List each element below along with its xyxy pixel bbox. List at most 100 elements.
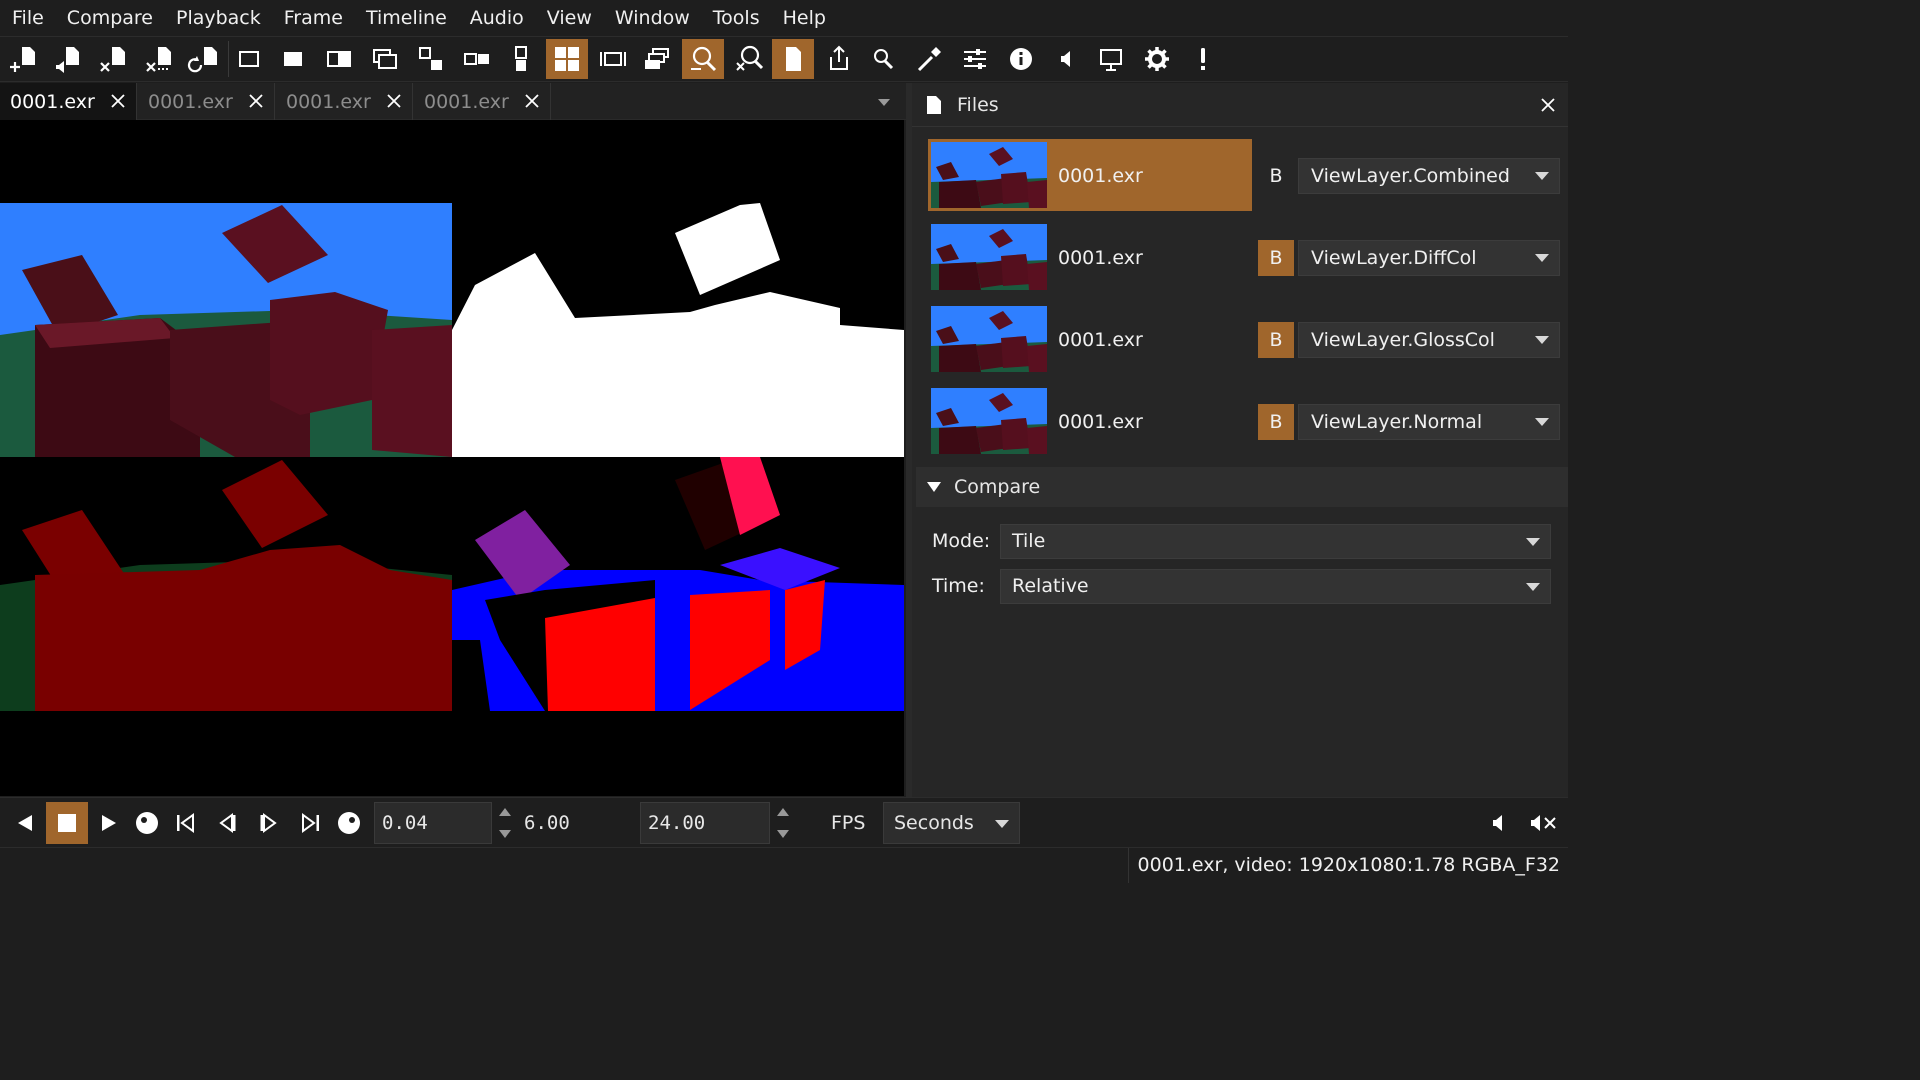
file-row[interactable]: 0001.exr B ViewLayer.GlossCol	[928, 303, 1564, 377]
menu-playback[interactable]: Playback	[164, 0, 272, 37]
b-button[interactable]: B	[1258, 240, 1294, 276]
time-select[interactable]: Relative	[1000, 569, 1551, 604]
export-icon	[830, 45, 848, 70]
layer-value: ViewLayer.Combined	[1311, 165, 1510, 187]
speed-field[interactable]: 24.00	[640, 802, 770, 844]
menu-timeline[interactable]: Timeline	[354, 0, 458, 37]
mute-button[interactable]	[1522, 802, 1564, 844]
layers-button[interactable]	[636, 39, 678, 79]
menu-tools[interactable]: Tools	[701, 0, 771, 37]
file-thumbnail	[931, 306, 1047, 372]
close-icon[interactable]	[246, 91, 266, 111]
mode-select[interactable]: Tile	[1000, 524, 1551, 559]
volume-button[interactable]	[1478, 802, 1520, 844]
menu-frame[interactable]: Frame	[272, 0, 354, 37]
messages-button[interactable]	[1182, 39, 1224, 79]
menu-view[interactable]: View	[535, 0, 603, 37]
b-button[interactable]: B	[1258, 158, 1294, 194]
tab-bar: 0001.exr 0001.exr 0001.exr 0001.exr	[0, 83, 906, 120]
skip-end-icon	[302, 813, 319, 833]
info-button[interactable]	[1000, 39, 1042, 79]
spin-arrows-icon[interactable]	[776, 802, 790, 844]
export-button[interactable]	[818, 39, 860, 79]
b-button[interactable]: B	[1258, 404, 1294, 440]
file-name: 0001.exr	[1058, 329, 1143, 351]
chevron-down-icon	[1535, 254, 1549, 262]
devices-button[interactable]	[1090, 39, 1132, 79]
audio-button[interactable]	[1046, 39, 1088, 79]
zoom-reset-button[interactable]	[728, 39, 770, 79]
menu-compare[interactable]: Compare	[55, 0, 164, 37]
b-button[interactable]: B	[1258, 322, 1294, 358]
menu-audio[interactable]: Audio	[458, 0, 535, 37]
compare-a-button[interactable]	[228, 39, 270, 79]
layer-select[interactable]: ViewLayer.DiffCol	[1298, 240, 1560, 276]
compare-difference-button[interactable]	[410, 39, 452, 79]
file-row: 0001.exr B ViewLayer.Combined	[928, 139, 1564, 213]
menu-bar: File Compare Playback Frame Timeline Aud…	[0, 0, 1568, 37]
settings-button[interactable]	[1136, 39, 1178, 79]
compare-tile-button[interactable]	[546, 39, 588, 79]
file-row[interactable]: 0001.exr B ViewLayer.DiffCol	[928, 221, 1564, 295]
spin-arrows-icon[interactable]	[498, 802, 512, 844]
zoom-fit-button[interactable]	[682, 39, 724, 79]
time-units-select[interactable]: Seconds	[883, 802, 1020, 844]
compare-overlay-button[interactable]	[364, 39, 406, 79]
close-icon[interactable]	[522, 91, 542, 111]
tab-label: 0001.exr	[424, 90, 509, 113]
go-to-end-button[interactable]	[290, 802, 332, 844]
tab-file-4[interactable]: 0001.exr	[414, 83, 551, 120]
playback-bar: 0.04 6.00 24.00 FPS Seconds	[0, 797, 1568, 847]
frame-view-button[interactable]	[592, 39, 634, 79]
tab-file-2[interactable]: 0001.exr	[138, 83, 275, 120]
compare-wipe-button[interactable]	[318, 39, 360, 79]
play-reverse-icon	[18, 815, 32, 831]
go-to-start-button[interactable]	[164, 802, 206, 844]
tab-file-1[interactable]: 0001.exr	[0, 83, 137, 120]
in-point-button[interactable]	[126, 802, 168, 844]
previous-frame-button[interactable]	[206, 802, 248, 844]
time-value: Relative	[1012, 575, 1089, 597]
skip-start-icon	[177, 813, 194, 833]
file-row[interactable]: 0001.exr B ViewLayer.Normal	[928, 385, 1564, 459]
close-all-button[interactable]	[138, 39, 180, 79]
duration-display: 6.00	[524, 812, 570, 834]
open-file-button[interactable]	[2, 39, 44, 79]
frame-view-icon	[600, 52, 626, 66]
layer-select[interactable]: ViewLayer.GlossCol	[1298, 322, 1560, 358]
mute-icon	[1531, 815, 1556, 831]
magnify-button[interactable]	[862, 39, 904, 79]
layer-select[interactable]: ViewLayer.Combined	[1298, 158, 1560, 194]
tab-file-3[interactable]: 0001.exr	[276, 83, 413, 120]
play-forward-button[interactable]	[88, 802, 130, 844]
current-time-field[interactable]: 0.04	[374, 802, 492, 844]
compare-b-button[interactable]	[272, 39, 314, 79]
compare-vertical-button[interactable]	[500, 39, 542, 79]
reload-button[interactable]	[182, 39, 224, 79]
compare-wipe-icon	[327, 51, 351, 67]
menu-file[interactable]: File	[0, 0, 55, 37]
chevron-down-icon	[1535, 336, 1549, 344]
layer-select[interactable]: ViewLayer.Normal	[1298, 404, 1560, 440]
out-point-button[interactable]	[328, 802, 370, 844]
compare-horizontal-button[interactable]	[456, 39, 498, 79]
menu-help[interactable]: Help	[771, 0, 837, 37]
menu-window[interactable]: Window	[603, 0, 701, 37]
next-frame-button[interactable]	[248, 802, 290, 844]
color-picker-button[interactable]	[908, 39, 950, 79]
close-file-button[interactable]	[92, 39, 134, 79]
close-icon[interactable]	[1538, 95, 1558, 115]
time-label: Time:	[932, 575, 985, 597]
stop-button[interactable]	[46, 802, 88, 844]
play-reverse-button[interactable]	[4, 802, 46, 844]
color-controls-button[interactable]	[954, 39, 996, 79]
play-icon	[102, 815, 116, 831]
triangle-down-icon	[927, 482, 941, 492]
open-separate-audio-button[interactable]	[46, 39, 88, 79]
close-icon[interactable]	[108, 91, 128, 111]
files-panel-button[interactable]	[772, 39, 814, 79]
image-viewer[interactable]	[0, 120, 904, 796]
compare-section-header[interactable]: Compare	[916, 467, 1568, 507]
close-icon[interactable]	[384, 91, 404, 111]
chevron-down-icon[interactable]	[876, 94, 892, 110]
